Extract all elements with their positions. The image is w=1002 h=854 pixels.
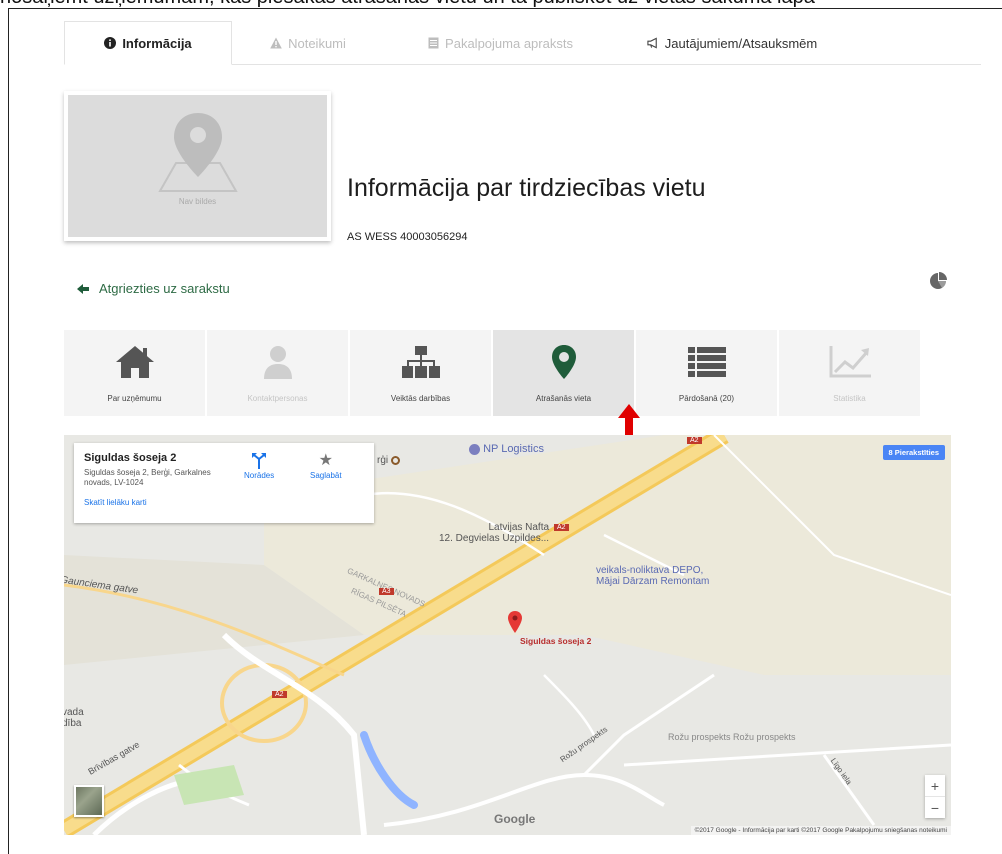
tab-label: Informācija xyxy=(122,35,192,51)
star-icon: ★ xyxy=(318,452,333,469)
street-label: Rožu prospekts Rožu prospekts xyxy=(668,732,796,742)
tab-informacija[interactable]: Informācija xyxy=(64,21,232,65)
view-larger-map-link[interactable]: Skatīt lielāku karti xyxy=(84,498,364,507)
zoom-in-button[interactable]: + xyxy=(925,775,945,796)
back-to-list-link[interactable]: Atgriezties uz sarakstu xyxy=(77,281,230,296)
tab-pakalpojuma-apraksts[interactable]: Pakalpojuma apraksts xyxy=(384,21,616,65)
org-chart-icon xyxy=(401,346,440,378)
line-chart-icon xyxy=(829,346,871,378)
nav-label: Pārdošanā (20) xyxy=(678,394,735,403)
nav-label: Kontaktpersonas xyxy=(247,394,308,403)
photo-card: Nav bildes xyxy=(64,91,331,241)
photo-placeholder: Nav bildes xyxy=(68,95,327,237)
save-button[interactable]: ★ Saglabāt xyxy=(310,452,342,481)
road-shield: A2 xyxy=(687,437,702,444)
poi-np-logistics[interactable]: NP Logistics xyxy=(469,443,544,455)
tab-jautajumiem[interactable]: Jautājumiem/Atsauksmēm xyxy=(616,21,848,65)
top-caption: nosaņemt uzņēmumam, kas piesakās atrašan… xyxy=(0,0,1002,8)
zoom-control: + − xyxy=(925,775,945,818)
nav-label: Atrašanās vieta xyxy=(535,394,592,403)
page-title: Informācija par tirdziecības vietu xyxy=(347,174,706,202)
google-logo: Google xyxy=(494,812,536,826)
marker-label: Siguldas šoseja 2 xyxy=(520,636,592,646)
company-name: AS WESS 40003056294 xyxy=(347,231,468,243)
directions-button[interactable]: Norādes xyxy=(244,453,274,480)
zoom-out-button[interactable]: − xyxy=(925,796,945,818)
person-icon xyxy=(263,346,292,379)
arrow-left-icon xyxy=(77,283,89,294)
road-shield: A2 xyxy=(272,691,287,698)
list-icon xyxy=(687,347,726,377)
map-view[interactable]: NP Logistics rģi Latvijas Nafta 12. Degv… xyxy=(64,435,951,835)
road-shield: A3 xyxy=(379,588,394,595)
nav-statistika[interactable]: Statistika xyxy=(779,330,920,416)
poi-icon xyxy=(390,455,400,465)
warning-icon xyxy=(270,37,282,49)
sign-in-label: Pierakstīties xyxy=(894,448,939,457)
photo-placeholder-label: Nav bildes xyxy=(178,197,217,206)
nav-label: Statistika xyxy=(833,394,866,403)
nav-atrasanas-vieta[interactable]: Atrašanās vieta xyxy=(493,330,634,416)
megaphone-icon xyxy=(647,37,659,49)
place-label: vada dība xyxy=(64,707,84,729)
back-link-label: Atgriezties uz sarakstu xyxy=(99,281,230,296)
document-icon xyxy=(427,37,439,49)
tab-label: Noteikumi xyxy=(288,35,346,51)
nav-label: Veiktās darbības xyxy=(390,394,451,403)
location-pin-icon xyxy=(551,345,576,379)
nav-par-uznemumu[interactable]: Par uzņēmumu xyxy=(64,330,205,416)
sign-in-button[interactable]: 8 Pierakstīties xyxy=(882,445,945,460)
directions-label: Norādes xyxy=(244,471,275,480)
place-name: rģi xyxy=(377,455,389,466)
tab-label: Pakalpojuma apraksts xyxy=(445,35,573,51)
place-label: rģi xyxy=(377,455,400,466)
tab-noteikumi[interactable]: Noteikumi xyxy=(232,21,384,65)
poi-depo[interactable]: veikals-noliktava DEPO, Mājai Dārzam Rem… xyxy=(596,565,709,587)
directions-icon xyxy=(252,453,267,469)
nav-kontaktpersonas[interactable]: Kontaktpersonas xyxy=(207,330,348,416)
poi-label: NP Logistics xyxy=(483,443,544,455)
save-label: Saglabāt xyxy=(310,471,342,480)
road-shield: A2 xyxy=(554,524,569,531)
nav-pardosana[interactable]: Pārdošanā (20) xyxy=(636,330,777,416)
home-icon xyxy=(115,346,154,378)
info-icon xyxy=(104,37,117,49)
satellite-toggle[interactable] xyxy=(74,785,104,817)
poi-icon xyxy=(469,443,480,455)
nav-veiktas-darbibas[interactable]: Veiktās darbības xyxy=(350,330,491,416)
tab-bar: Informācija Noteikumi Pakalpojuma apraks… xyxy=(64,21,981,65)
map-pin-placeholder-icon xyxy=(158,113,238,192)
map-marker-icon[interactable] xyxy=(508,611,522,633)
place-info-card: Siguldas šoseja 2 Siguldas šoseja 2, Ber… xyxy=(74,443,374,523)
section-nav: Par uzņēmumu Kontaktpersonas Veiktās dar… xyxy=(64,330,920,416)
map-attribution[interactable]: ©2017 Google - Informācija par karti ©20… xyxy=(690,826,951,835)
nav-label: Par uzņēmumu xyxy=(107,394,162,403)
place-address: Siguldas šoseja 2, Berģi, Garkalnes nova… xyxy=(84,468,211,487)
page-frame: Informācija Noteikumi Pakalpojuma apraks… xyxy=(8,8,1002,854)
tab-label: Jautājumiem/Atsauksmēm xyxy=(664,35,818,51)
poi-latvijas-nafta[interactable]: Latvijas Nafta 12. Degvielas Uzpildes... xyxy=(439,522,549,544)
pie-chart-icon[interactable] xyxy=(929,272,947,290)
